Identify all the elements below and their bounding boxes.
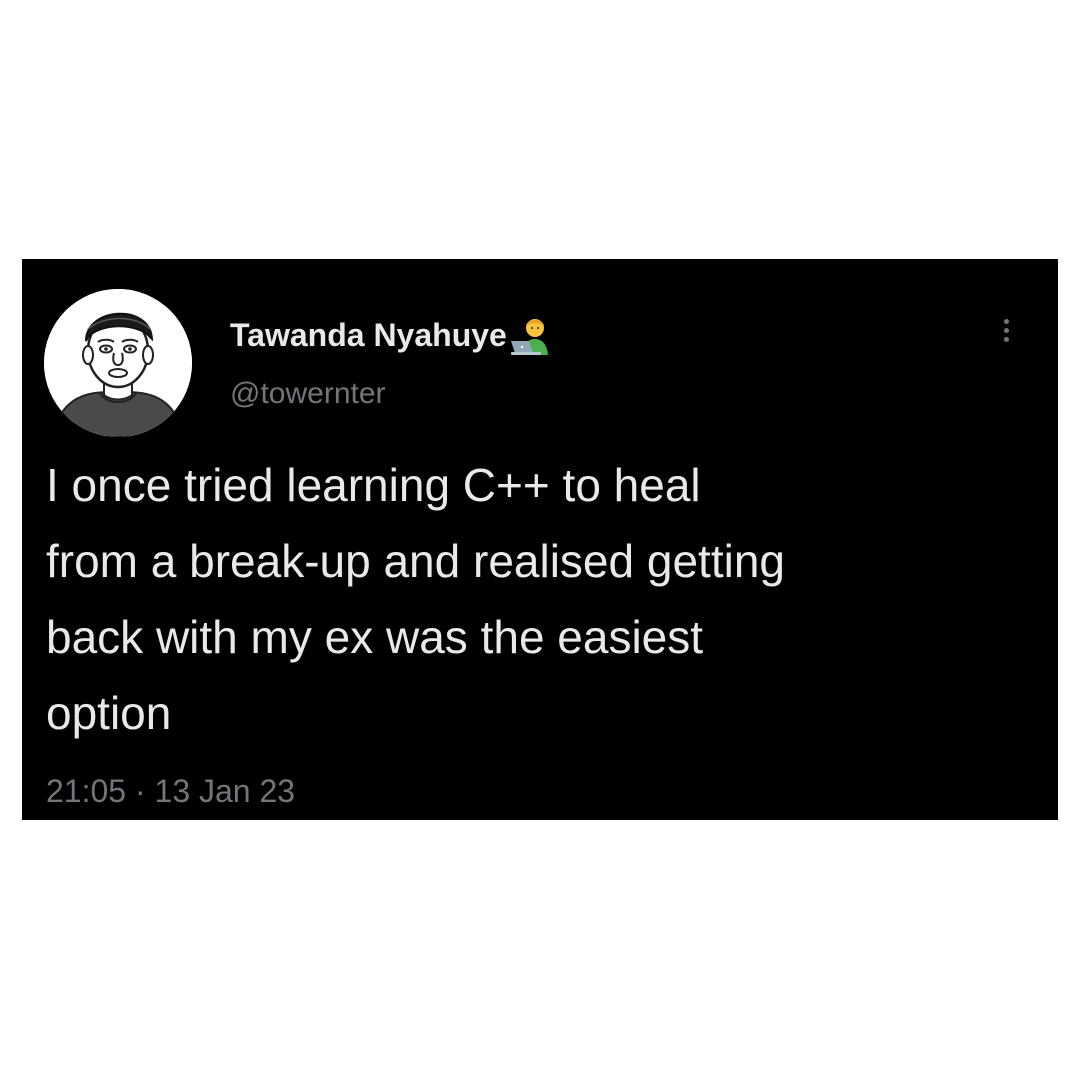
more-dot	[1003, 328, 1009, 333]
more-dot	[1003, 337, 1009, 342]
avatar[interactable]	[44, 289, 192, 437]
avatar-sketch-icon	[44, 289, 192, 437]
tweet-text-line: option	[46, 687, 172, 739]
author-name-text: Tawanda Nyahuye	[230, 316, 507, 353]
tweet-card: Tawanda Nyahuye @towernter I once tried …	[22, 259, 1058, 820]
man-technologist-icon	[510, 319, 548, 355]
tweet-time: 21:05	[46, 773, 127, 809]
tweet-timestamp[interactable]: 21:05 · 13 Jan 23	[46, 773, 295, 810]
meta-separator: ·	[134, 773, 146, 809]
tweet-text-line: I once tried learning C++ to heal	[46, 459, 701, 511]
tweet-text-line: from a break-up and realised getting	[46, 535, 785, 587]
tweet-text: I once tried learning C++ to heal from a …	[46, 447, 1046, 751]
more-dot	[1003, 319, 1009, 324]
tweet-date: 13 Jan 23	[154, 773, 296, 809]
tweet-text-line: back with my ex was the easiest	[46, 611, 704, 663]
more-vertical-icon[interactable]	[994, 315, 1018, 355]
author-handle[interactable]: @towernter	[230, 377, 386, 411]
author-name[interactable]: Tawanda Nyahuye	[230, 315, 555, 355]
